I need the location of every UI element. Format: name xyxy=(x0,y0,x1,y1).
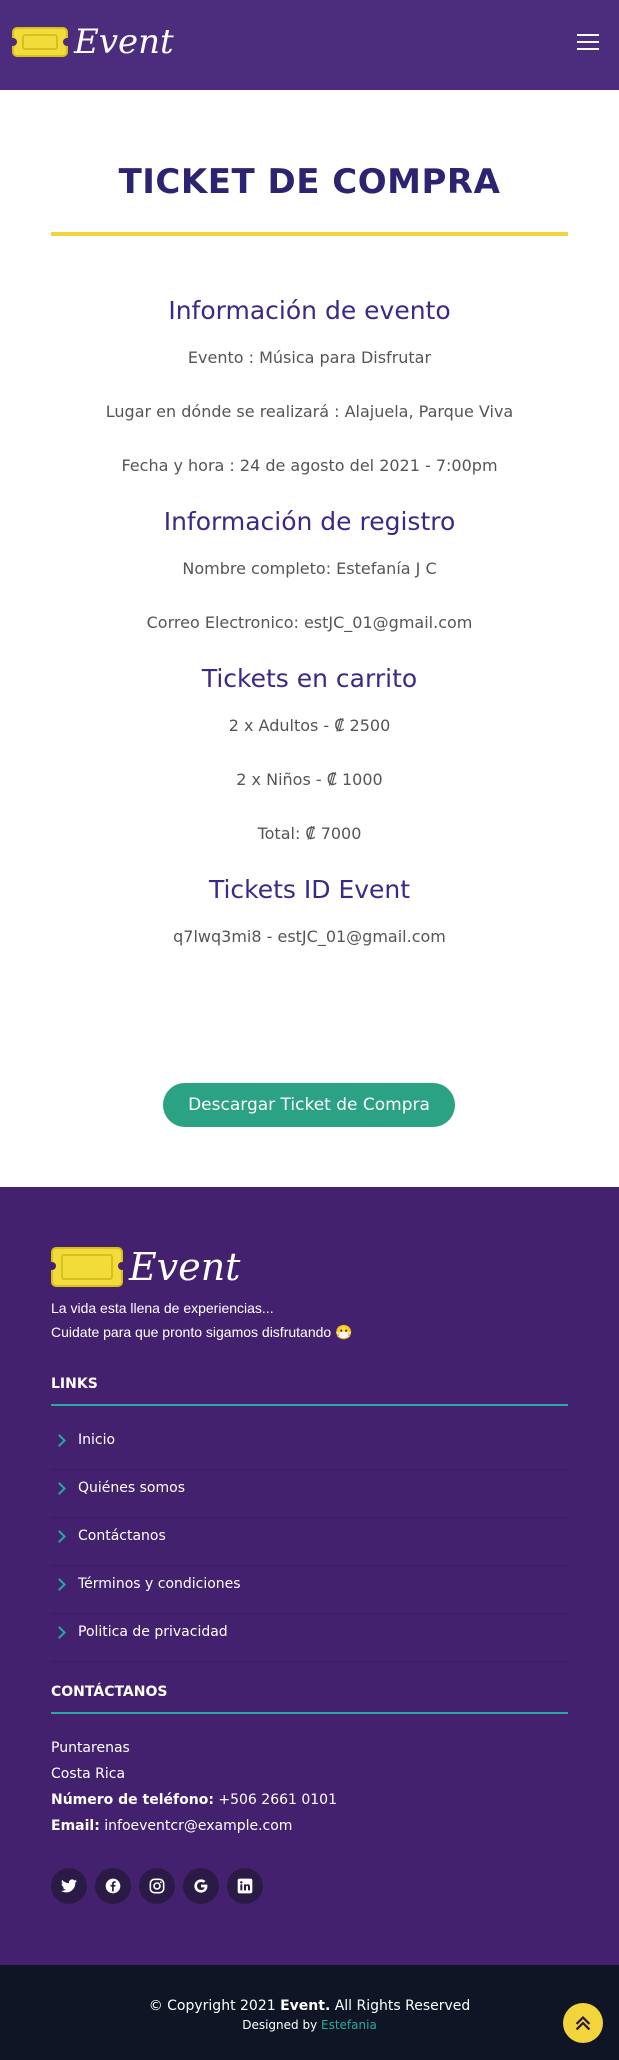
contact-heading: CONTÁCTANOS xyxy=(51,1684,168,1700)
contact-email-line: Email: infoeventcr@example.com xyxy=(51,1818,292,1834)
cart-children: 2 x Niños - ₡ 1000 xyxy=(236,770,383,789)
copyright-suffix: All Rights Reserved xyxy=(334,1998,471,2014)
footer-link-label: Contáctanos xyxy=(78,1528,166,1544)
google-icon[interactable] xyxy=(183,1868,219,1904)
site-footer: Event La vida esta llena de experiencias… xyxy=(0,1187,619,1965)
footer-tagline-1: La vida esta llena de experiencias... xyxy=(51,1300,274,1316)
copyright-prefix: © Copyright 2021 xyxy=(148,1998,276,2014)
social-links xyxy=(51,1868,271,1904)
footer-tagline-2: Cuidate para que pronto sigamos disfruta… xyxy=(51,1324,353,1340)
event-place: Lugar en dónde se realizará : Alajuela, … xyxy=(105,402,514,421)
cart-heading: Tickets en carrito xyxy=(201,664,418,693)
footer-link-label: Quiénes somos xyxy=(78,1480,185,1496)
footer-logo[interactable]: Event xyxy=(48,1245,241,1289)
hamburger-menu-icon[interactable] xyxy=(577,34,599,52)
designer-link[interactable]: Estefania xyxy=(321,2018,377,2032)
download-ticket-button[interactable]: Descargar Ticket de Compra xyxy=(163,1083,455,1127)
cart-total: Total: ₡ 7000 xyxy=(257,824,362,843)
instagram-icon[interactable] xyxy=(139,1868,175,1904)
chevron-right-icon xyxy=(53,1530,66,1543)
cart-adults: 2 x Adultos - ₡ 2500 xyxy=(228,716,391,735)
registration-email: Correo Electronico: estJC_01@gmail.com xyxy=(146,613,473,632)
footer-link-quienes-somos[interactable]: Quiénes somos xyxy=(51,1470,568,1518)
footer-link-privacidad[interactable]: Politica de privacidad xyxy=(51,1614,568,1662)
contact-city: Puntarenas xyxy=(51,1740,130,1756)
facebook-icon[interactable] xyxy=(95,1868,131,1904)
chevron-right-icon xyxy=(53,1578,66,1591)
back-to-top-button[interactable] xyxy=(563,2003,603,2043)
footer-link-terminos[interactable]: Términos y condiciones xyxy=(51,1566,568,1614)
site-header: Event xyxy=(0,0,619,90)
registration-heading: Información de registro xyxy=(163,507,456,536)
contact-country: Costa Rica xyxy=(51,1766,126,1782)
twitter-icon[interactable] xyxy=(51,1868,87,1904)
contact-email-label: Email: xyxy=(51,1818,100,1834)
event-datetime: Fecha y hora : 24 de agosto del 2021 - 7… xyxy=(121,456,498,475)
copyright-text: © Copyright 2021 Event. All Rights Reser… xyxy=(0,1998,619,2014)
chevron-right-icon xyxy=(53,1482,66,1495)
footer-link-label: Inicio xyxy=(78,1432,116,1448)
linkedin-icon[interactable] xyxy=(227,1868,263,1904)
ticket-icon xyxy=(48,1247,126,1287)
logo-text: Event xyxy=(74,22,174,62)
page-title: TICKET DE COMPRA xyxy=(118,162,501,202)
event-info-heading: Información de evento xyxy=(168,296,451,325)
copyright-brand: Event. xyxy=(280,1998,331,2014)
logo[interactable]: Event xyxy=(9,22,174,62)
contact-divider xyxy=(51,1712,568,1714)
ticket-icon xyxy=(9,27,71,57)
registration-name: Nombre completo: Estefanía J C xyxy=(182,559,437,578)
chevron-right-icon xyxy=(53,1626,66,1639)
footer-logo-text: Event xyxy=(129,1245,241,1289)
double-chevron-up-icon xyxy=(575,2015,591,2031)
contact-phone-label: Número de teléfono: xyxy=(51,1792,214,1808)
chevron-right-icon xyxy=(53,1434,66,1447)
footer-link-label: Términos y condiciones xyxy=(78,1576,241,1592)
copyright-bar: © Copyright 2021 Event. All Rights Reser… xyxy=(0,1965,619,2060)
contact-phone[interactable]: +506 2661 0101 xyxy=(218,1792,337,1808)
footer-link-contactanos[interactable]: Contáctanos xyxy=(51,1518,568,1566)
links-divider xyxy=(51,1404,568,1406)
event-name: Evento : Música para Disfrutar xyxy=(187,348,432,367)
ticket-id-value: q7lwq3mi8 - estJC_01@gmail.com xyxy=(173,927,446,946)
contact-phone-line: Número de teléfono: +506 2661 0101 xyxy=(51,1792,337,1808)
designed-by: Designed by Estefania xyxy=(0,2018,619,2032)
ticket-id-heading: Tickets ID Event xyxy=(208,875,411,904)
links-heading: LINKS xyxy=(51,1376,98,1392)
footer-link-label: Politica de privacidad xyxy=(78,1624,228,1640)
title-divider xyxy=(51,232,568,236)
designed-by-label: Designed by xyxy=(242,2018,318,2032)
contact-email[interactable]: infoeventcr@example.com xyxy=(104,1818,292,1834)
footer-link-inicio[interactable]: Inicio xyxy=(51,1422,568,1470)
